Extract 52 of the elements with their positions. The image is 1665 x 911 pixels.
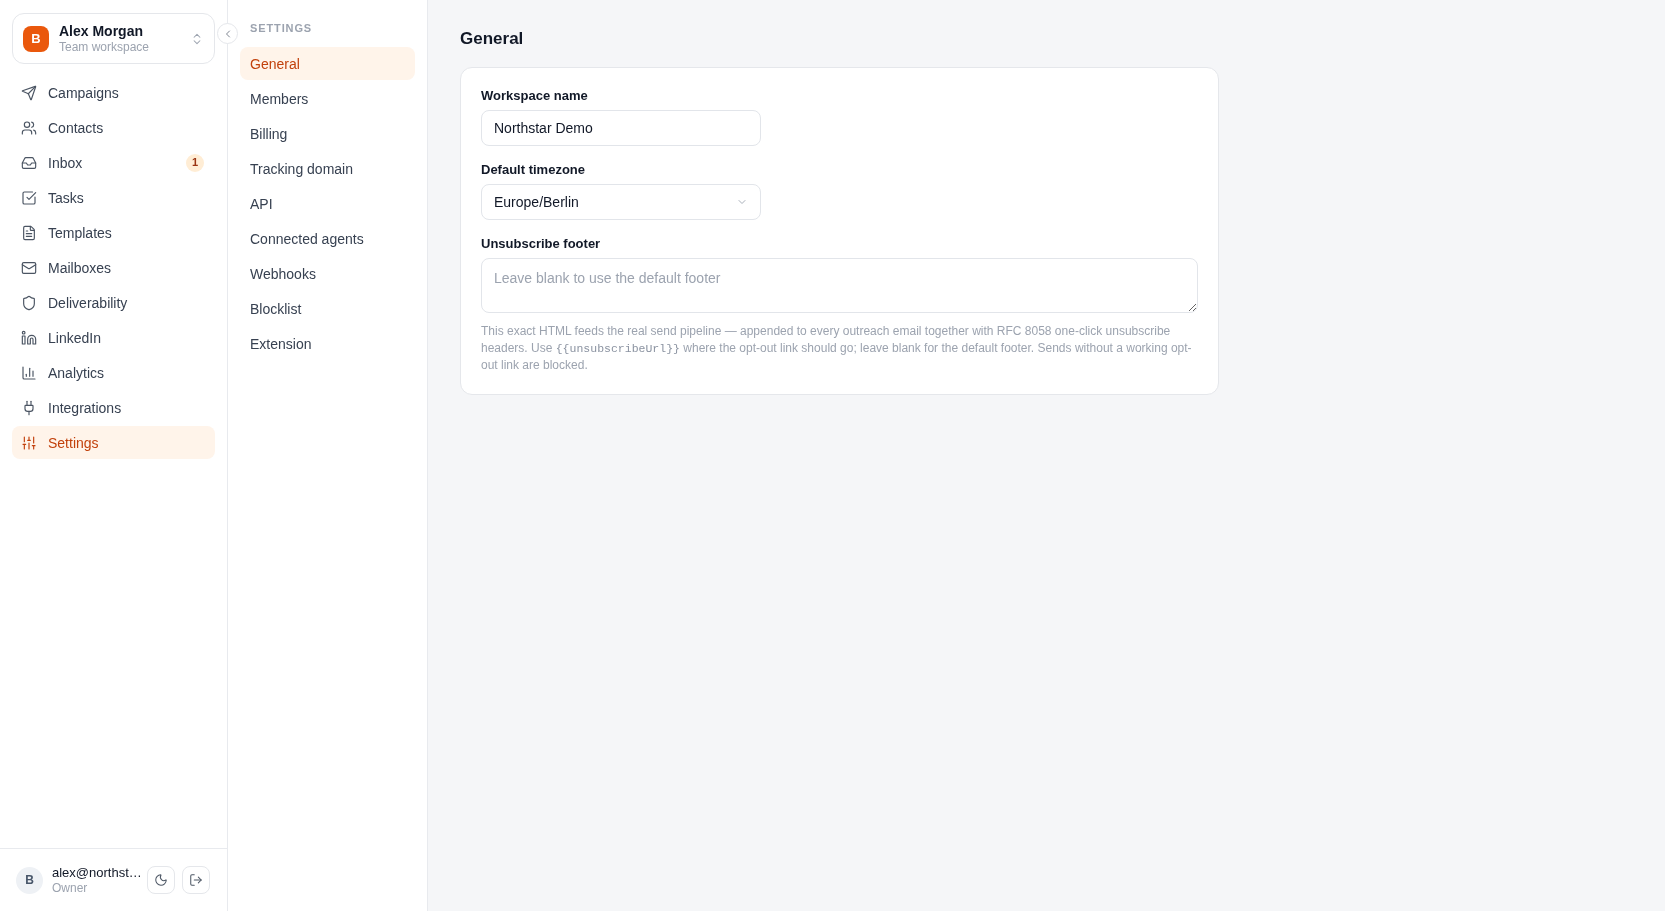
field-label: Workspace name <box>481 88 589 104</box>
paper-plane-icon <box>21 84 37 101</box>
settings-nav-item[interactable]: Connected agents <box>240 222 415 255</box>
settings-nav-item[interactable]: Webhooks <box>240 257 415 290</box>
nav-item[interactable]: Campaigns <box>12 76 215 109</box>
text-input[interactable]: Northstar Demo <box>481 110 761 146</box>
theme-toggle-button[interactable] <box>147 866 175 894</box>
settings-nav-item[interactable]: Blocklist <box>240 292 415 325</box>
field-label: Default timezone <box>481 162 586 178</box>
sliders-icon <box>21 434 37 451</box>
inbox-icon <box>21 154 37 171</box>
nav-item[interactable]: Settings <box>12 426 215 459</box>
settings-nav-item[interactable]: Members <box>240 82 415 115</box>
settings-nav-item[interactable]: General <box>240 47 415 80</box>
nav-item[interactable]: LinkedIn <box>12 321 215 354</box>
users-icon <box>21 119 37 136</box>
nav-item[interactable]: Mailboxes <box>12 251 215 284</box>
user-avatar: B <box>16 866 43 894</box>
user-name: Alex Morgan <box>59 22 144 40</box>
logout-button[interactable] <box>182 866 210 894</box>
workspace-switcher[interactable]: B Alex Morgan Team workspace <box>12 13 215 64</box>
workspace-label: Team workspace <box>59 39 150 55</box>
nav-item[interactable]: Contacts <box>12 111 215 144</box>
user-email: alex@northst… <box>52 864 142 881</box>
nav-item[interactable]: Tasks <box>12 181 215 214</box>
checkbox-icon <box>21 189 37 206</box>
nav-item[interactable]: Analytics <box>12 356 215 389</box>
shield-icon <box>21 294 37 311</box>
moon-icon <box>154 873 168 887</box>
page-title: General <box>460 28 525 50</box>
logout-icon <box>189 873 203 887</box>
settings-nav-item[interactable]: Extension <box>240 327 415 360</box>
help-text: This exact HTML feeds the real send pipeline — appended to every outreach email together with RFC 8058 one-click unsubscribe headers. Use {{unsubscribeUrl}} where the opt-out link should go; leave blank for the default footer. Sends without a working opt-out link are blocked. <box>481 323 1193 374</box>
document-icon <box>21 224 37 241</box>
section-heading: SETTINGS <box>249 21 314 36</box>
nav-item[interactable]: Inbox 1 <box>12 146 215 179</box>
settings-nav-item[interactable]: API <box>240 187 415 220</box>
count-badge: 1 <box>186 153 204 172</box>
workspace-avatar: B <box>23 25 49 52</box>
settings-nav-item[interactable]: Tracking domain <box>240 152 415 185</box>
nav-item[interactable]: Templates <box>12 216 215 249</box>
nav-item[interactable]: Integrations <box>12 391 215 424</box>
settings-nav-item[interactable]: Billing <box>240 117 415 150</box>
plug-icon <box>21 399 37 416</box>
mail-icon <box>21 259 37 276</box>
linkedin-icon <box>21 329 37 346</box>
field-label: Unsubscribe footer <box>481 236 602 252</box>
bar-chart-icon <box>21 364 37 381</box>
nav-item[interactable]: Deliverability <box>12 286 215 319</box>
timezone-select[interactable]: Europe/Berlin <box>481 184 761 220</box>
user-role: Owner <box>52 881 89 896</box>
footer-textarea[interactable]: Leave blank to use the default footer <box>481 258 1198 313</box>
